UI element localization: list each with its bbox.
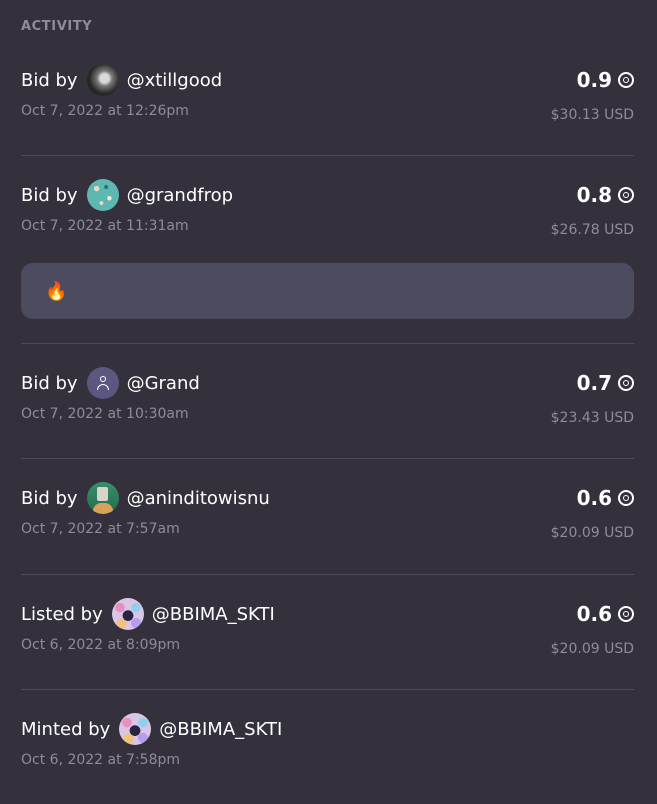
activity-date[interactable]: Oct 6, 2022 at 8:09pm (21, 637, 180, 653)
activity-date[interactable]: Oct 7, 2022 at 11:31am (21, 218, 189, 234)
tezos-coin-icon (618, 606, 634, 622)
divider (21, 343, 634, 344)
user-handle-link[interactable]: @aninditowisnu (127, 488, 270, 509)
amount-value: 0.6 (576, 602, 612, 626)
amount-value: 0.9 (576, 68, 612, 92)
activity-panel: ACTIVITY Bid by @xtillgood 0.9 Oct 7, 20… (0, 0, 657, 804)
user-handle-link[interactable]: @xtillgood (127, 70, 223, 91)
avatar[interactable] (111, 598, 144, 630)
user-icon (96, 376, 109, 390)
user-handle-link[interactable]: @grandfrop (127, 185, 233, 206)
avatar[interactable] (86, 179, 119, 211)
divider (21, 574, 634, 575)
usd-value: $26.78 USD (550, 222, 634, 238)
user-handle-link[interactable]: @BBIMA_SKTI (159, 719, 282, 740)
tezos-coin-icon (618, 375, 634, 391)
divider (21, 458, 634, 459)
usd-value: $20.09 USD (550, 641, 634, 657)
activity-verb: Minted by (21, 718, 111, 740)
divider (21, 689, 634, 690)
tezos-coin-icon (618, 187, 634, 203)
usd-value: $23.43 USD (550, 410, 634, 426)
avatar[interactable] (86, 482, 119, 514)
activity-verb: Bid by (21, 372, 78, 394)
activity-date[interactable]: Oct 6, 2022 at 7:58pm (21, 752, 180, 768)
avatar[interactable] (86, 367, 119, 399)
usd-value: $30.13 USD (550, 107, 634, 123)
activity-verb: Listed by (21, 603, 103, 625)
bid-amount: 0.6 (577, 482, 634, 514)
section-title: ACTIVITY (21, 19, 93, 34)
tezos-coin-icon (618, 72, 634, 88)
avatar[interactable] (86, 64, 119, 96)
activity-date[interactable]: Oct 7, 2022 at 7:57am (21, 521, 180, 537)
user-handle-link[interactable]: @Grand (127, 373, 200, 394)
activity-verb: Bid by (21, 69, 78, 91)
bid-amount: 0.8 (577, 179, 634, 211)
bid-comment: 🔥 (21, 263, 634, 319)
activity-verb: Bid by (21, 184, 78, 206)
usd-value: $20.09 USD (550, 525, 634, 541)
fire-emoji: 🔥 (45, 280, 68, 302)
user-handle-link[interactable]: @BBIMA_SKTI (152, 604, 275, 625)
activity-date[interactable]: Oct 7, 2022 at 12:26pm (21, 103, 189, 119)
divider (21, 155, 634, 156)
tezos-coin-icon (618, 490, 634, 506)
amount-value: 0.8 (576, 183, 612, 207)
amount-value: 0.7 (576, 371, 612, 395)
bid-amount: 0.7 (577, 367, 634, 399)
amount-value: 0.6 (576, 486, 612, 510)
activity-verb: Bid by (21, 487, 78, 509)
listing-amount: 0.6 (577, 598, 634, 630)
avatar[interactable] (119, 713, 152, 745)
activity-date[interactable]: Oct 7, 2022 at 10:30am (21, 406, 189, 422)
bid-amount: 0.9 (577, 64, 634, 96)
